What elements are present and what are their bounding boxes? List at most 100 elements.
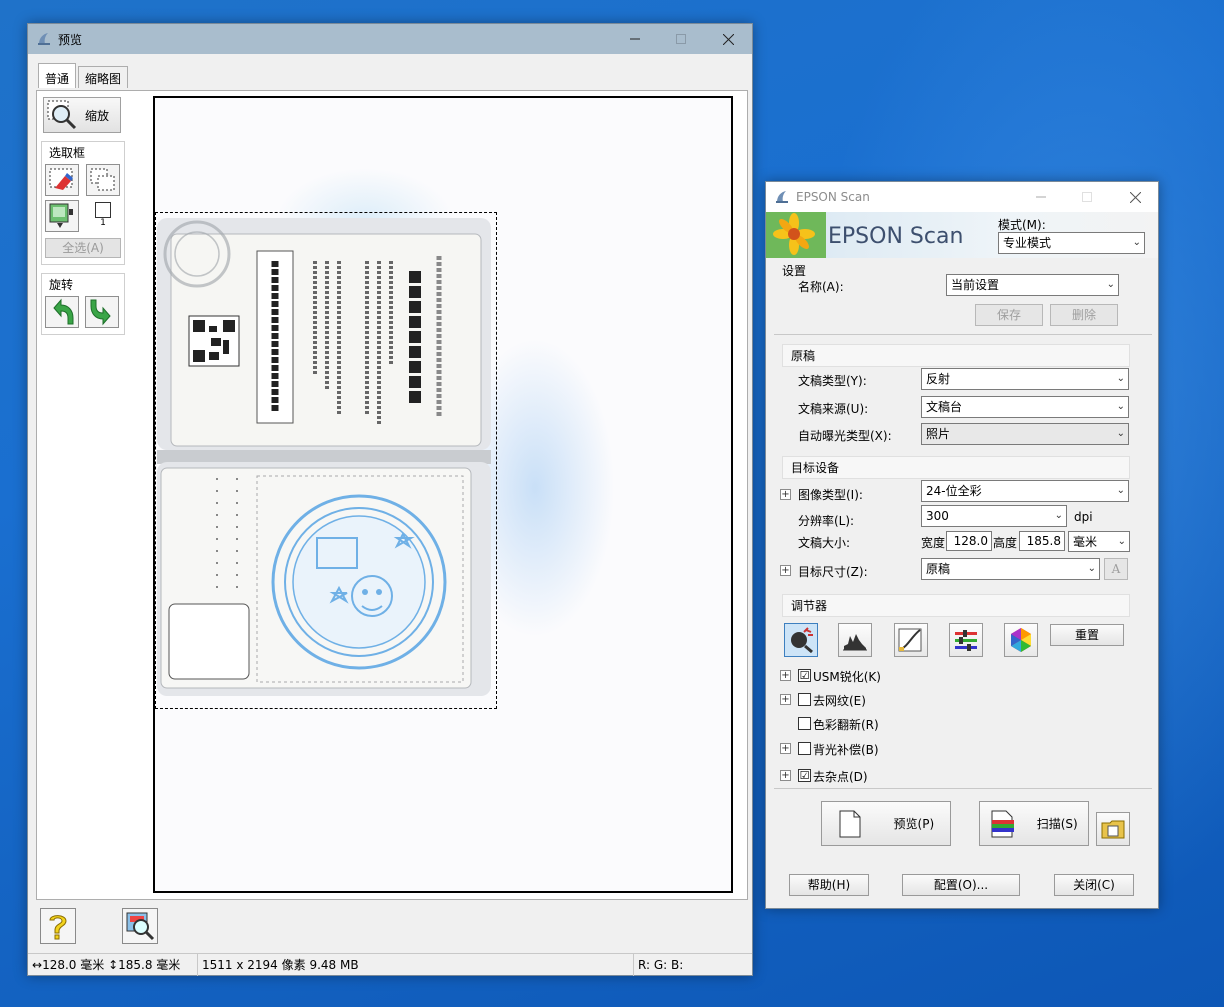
- target-size-orientation-button[interactable]: A: [1104, 558, 1128, 580]
- expand-image-type-button[interactable]: +: [780, 489, 791, 500]
- histogram-button[interactable]: [838, 623, 872, 657]
- doc-type-value: 反射: [926, 372, 951, 386]
- chevron-down-icon: ⌄: [1116, 401, 1125, 412]
- resolution-value: 300: [926, 509, 949, 523]
- marquee-count: 1: [100, 218, 106, 228]
- usm-checkbox[interactable]: ☑: [798, 669, 811, 682]
- preview-tabs: 普通 缩略图: [38, 63, 130, 90]
- target-size-label: 目标尺寸(Z):: [798, 565, 868, 579]
- epson-scan-window: EPSON Scan EPSON Scan 模式(M): 专业模式 ⌄ 设置 名…: [765, 181, 1159, 909]
- width-arrow-icon: ↔: [32, 957, 43, 972]
- chevron-down-icon: ⌄: [1116, 428, 1125, 439]
- scan-button[interactable]: 扫描(S): [979, 801, 1089, 846]
- preview-statusbar: ↔128.0 毫米 ↕185.8 毫米 1511 x 2194 像素 9.48 …: [28, 953, 752, 976]
- status-pixels: 1511 x 2194 像素 9.48 MB: [198, 953, 634, 976]
- doc-source-select[interactable]: 文稿台 ⌄: [921, 396, 1129, 418]
- selection-marquee[interactable]: [155, 212, 497, 709]
- tab-normal[interactable]: 普通: [38, 63, 77, 88]
- select-all-button[interactable]: 全选(A): [45, 238, 121, 258]
- maximize-button[interactable]: [658, 24, 704, 54]
- descreen-checkbox[interactable]: [798, 693, 811, 706]
- status-height: 185.8 毫米: [118, 957, 181, 972]
- expand-backlight-button[interactable]: +: [780, 743, 791, 754]
- image-type-select[interactable]: 24-位全彩 ⌄: [921, 480, 1129, 502]
- divider: [774, 788, 1152, 789]
- marquee-counter: 1: [86, 200, 120, 234]
- epson-close-button[interactable]: [1112, 182, 1158, 212]
- preview-titlebar[interactable]: 预览: [28, 24, 752, 54]
- auto-locate-icon: [49, 203, 73, 228]
- preview-bottom-tools: [40, 908, 170, 944]
- epson-minimize-button[interactable]: [1018, 182, 1064, 212]
- mode-select[interactable]: 专业模式 ⌄: [998, 232, 1145, 254]
- zoom-label: 缩放: [85, 108, 110, 123]
- copy-marquee-icon: [90, 168, 115, 191]
- preview-window-title: 预览: [58, 32, 83, 47]
- resolution-unit: dpi: [1074, 510, 1093, 524]
- backlight-label: 背光补偿(B): [813, 743, 879, 757]
- scan-document-icon: [991, 810, 1015, 837]
- auto-exposure-button[interactable]: [784, 623, 818, 657]
- expand-usm-button[interactable]: +: [780, 670, 791, 681]
- rotate-right-button[interactable]: [85, 296, 119, 328]
- minimize-button[interactable]: [612, 24, 658, 54]
- preview-button-label: 预览(P): [893, 817, 935, 831]
- color-palette-button[interactable]: [1004, 623, 1038, 657]
- expand-descreen-button[interactable]: +: [780, 694, 791, 705]
- status-rgb: R: G: B:: [638, 957, 684, 972]
- auto-locate-button[interactable]: [45, 200, 79, 232]
- scanner-app-icon: [776, 191, 788, 203]
- preview-button[interactable]: 预览(P): [821, 801, 951, 846]
- file-save-settings-button[interactable]: [1096, 812, 1130, 846]
- epson-banner-title: EPSON Scan: [828, 224, 964, 249]
- tab-thumbnail[interactable]: 缩略图: [78, 66, 129, 88]
- help-button[interactable]: [40, 908, 76, 944]
- expand-target-size-button[interactable]: +: [780, 565, 791, 576]
- preview-canvas[interactable]: [153, 96, 733, 893]
- chevron-down-icon: ⌄: [1087, 563, 1096, 574]
- auto-exposure-icon: [791, 627, 813, 653]
- height-input[interactable]: 185.8: [1019, 531, 1065, 551]
- exposure-select[interactable]: 照片 ⌄: [921, 423, 1129, 445]
- original-section-title: 原稿: [782, 344, 1130, 367]
- close-icon: [722, 33, 734, 45]
- scan-button-label: 扫描(S): [1036, 817, 1078, 831]
- unit-select[interactable]: 毫米 ⌄: [1068, 531, 1130, 552]
- marquee-counter-box: [95, 202, 111, 218]
- color-restore-checkbox[interactable]: [798, 717, 811, 730]
- maximize-icon: [1082, 192, 1092, 202]
- help-dialog-button[interactable]: 帮助(H): [789, 874, 869, 896]
- rotate-left-button[interactable]: [45, 296, 79, 328]
- settings-name-select[interactable]: 当前设置 ⌄: [946, 274, 1119, 296]
- color-restore-label: 色彩翻新(R): [813, 718, 879, 732]
- color-balance-button[interactable]: [949, 623, 983, 657]
- delete-settings-button[interactable]: 删除: [1050, 304, 1118, 326]
- doc-type-select[interactable]: 反射 ⌄: [921, 368, 1129, 390]
- resolution-select[interactable]: 300 ⌄: [921, 505, 1067, 527]
- close-button[interactable]: [705, 24, 751, 54]
- descreen-label: 去网纹(E): [813, 694, 866, 708]
- document-icon: [839, 810, 861, 837]
- tone-curve-button[interactable]: [894, 623, 928, 657]
- adjust-section-title: 调节器: [782, 594, 1130, 617]
- reset-button[interactable]: 重置: [1050, 624, 1124, 646]
- epson-maximize-button[interactable]: [1064, 182, 1110, 212]
- save-settings-button[interactable]: 保存: [975, 304, 1043, 326]
- duplicate-marquee-button[interactable]: [86, 164, 120, 196]
- expand-dust-button[interactable]: +: [780, 770, 791, 781]
- backlight-checkbox[interactable]: [798, 742, 811, 755]
- target-size-select[interactable]: 原稿 ⌄: [921, 558, 1100, 580]
- unit-value: 毫米: [1073, 535, 1098, 549]
- full-preview-button[interactable]: [122, 908, 158, 944]
- config-button[interactable]: 配置(O)...: [902, 874, 1020, 896]
- chevron-down-icon: ⌄: [1116, 485, 1125, 496]
- dust-removal-checkbox[interactable]: ☑: [798, 769, 811, 782]
- width-label: 宽度: [921, 536, 946, 550]
- close-dialog-button[interactable]: 关闭(C): [1054, 874, 1134, 896]
- epson-titlebar[interactable]: EPSON Scan: [766, 182, 1158, 212]
- preview-window: 预览 普通 缩略图 缩放 选取框 1 全选(A) 旋转 ↔128.0 毫米 ↕1…: [27, 23, 753, 976]
- delete-marquee-button[interactable]: [45, 164, 79, 196]
- width-input[interactable]: 128.0: [946, 531, 992, 551]
- zoom-button[interactable]: 缩放: [43, 97, 121, 133]
- settings-name-value: 当前设置: [951, 278, 1000, 292]
